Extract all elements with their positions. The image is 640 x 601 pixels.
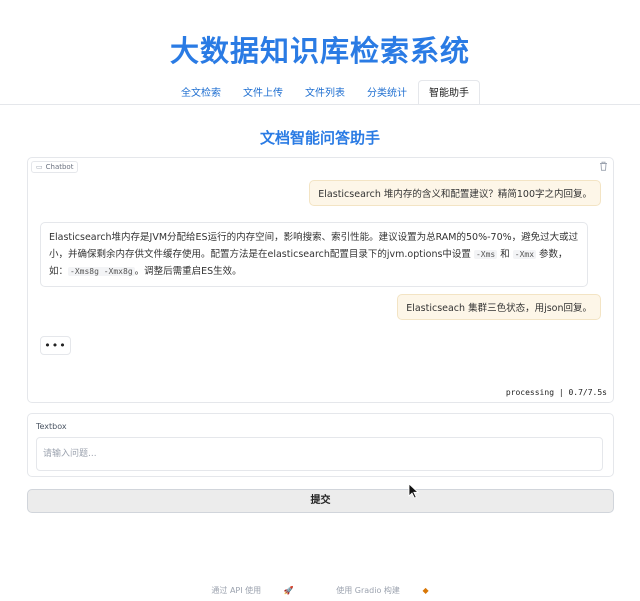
processing-status: processing | 0.7/7.5s xyxy=(505,388,607,397)
footer: 通过 API 使用 🚀 使用 Gradio 构建 ◆ xyxy=(0,585,640,596)
rocket-icon: 🚀 xyxy=(283,586,294,595)
user-message: Elasticseach 集群三色状态，用json回复。 xyxy=(397,294,601,320)
chatbot-label: ▭ Chatbot xyxy=(31,161,79,173)
mouse-pointer-icon xyxy=(408,483,420,503)
assistant-text: 。调整后需重启ES生效。 xyxy=(134,266,242,277)
question-input[interactable] xyxy=(36,437,603,471)
tab-smart-assistant[interactable]: 智能助手 xyxy=(418,80,480,105)
section-heading: 文档智能问答助手 xyxy=(259,129,380,147)
submit-button[interactable]: 提交 xyxy=(27,489,614,513)
tab-file-list[interactable]: 文件列表 xyxy=(294,80,356,105)
typing-indicator: ••• xyxy=(40,336,71,355)
tab-divider xyxy=(0,104,640,105)
assistant-text: 和 xyxy=(497,249,513,260)
inline-code: -Xmx xyxy=(512,250,537,259)
tab-fulltext-search[interactable]: 全文检索 xyxy=(170,80,232,105)
chatbot-label-text: Chatbot xyxy=(45,163,74,171)
footer-gradio-link[interactable]: 使用 Gradio 构建 ◆ xyxy=(326,586,438,595)
textbox-label: Textbox xyxy=(36,422,67,431)
inline-code: -Xms8g -Xmx8g xyxy=(68,267,135,276)
chat-bubble-icon: ▭ xyxy=(36,163,43,171)
user-message: Elasticsearch 堆内存的含义和配置建议？精简100字之内回复。 xyxy=(309,180,601,206)
assistant-message: Elasticsearch堆内存是JVM分配给ES运行的内存空间，影响搜索、索引… xyxy=(40,222,588,287)
tab-file-upload[interactable]: 文件上传 xyxy=(232,80,294,105)
tab-bar: 全文检索 文件上传 文件列表 分类统计 智能助手 xyxy=(170,80,480,105)
tab-category-stats[interactable]: 分类统计 xyxy=(356,80,418,105)
textbox-panel: Textbox xyxy=(27,413,614,477)
gradio-logo-icon: ◆ xyxy=(422,586,429,595)
chatbot-panel[interactable]: ▭ Chatbot Elasticsearch 堆内存的含义和配置建议？精简100… xyxy=(27,157,614,403)
app-title: 大数据知识库检索系统 xyxy=(169,34,470,68)
inline-code: -Xms xyxy=(473,250,498,259)
footer-api-link[interactable]: 通过 API 使用 🚀 xyxy=(201,586,303,595)
trash-icon[interactable] xyxy=(599,161,608,174)
